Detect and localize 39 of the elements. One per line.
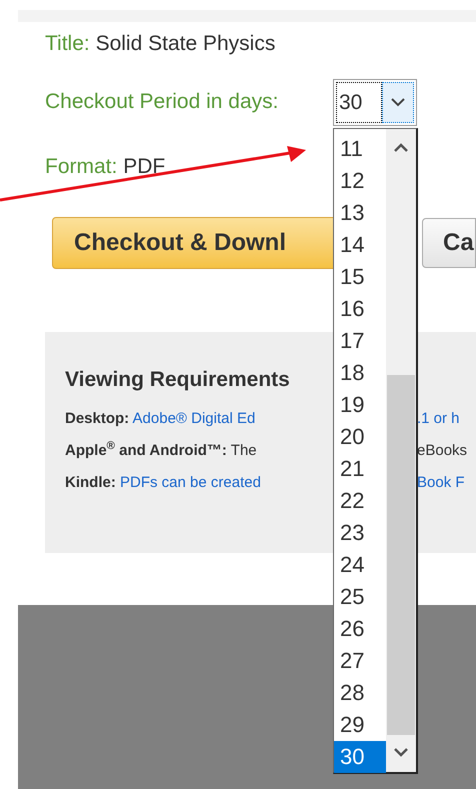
dropdown-option[interactable]: 21	[334, 453, 386, 485]
viewing-requirements-heading: Viewing Requirements	[65, 367, 290, 393]
dropdown-option[interactable]: 14	[334, 229, 386, 261]
chevron-down-icon[interactable]	[394, 748, 408, 757]
chevron-up-icon[interactable]	[394, 143, 408, 152]
requirement-line: Kindle: PDFs can be created	[65, 472, 261, 492]
dropdown-option[interactable]: 12	[334, 165, 386, 197]
scroll-thumb[interactable]	[387, 375, 415, 735]
format-line: Format: PDF	[45, 154, 166, 179]
dropdown-option[interactable]: 13	[334, 197, 386, 229]
dropdown-option[interactable]: 22	[334, 485, 386, 517]
dropdown-option[interactable]: 11	[334, 133, 386, 165]
requirement-line: Desktop: Adobe® Digital Ed	[65, 408, 256, 428]
dropdown-option[interactable]: 24	[334, 549, 386, 581]
checkout-period-label: Checkout Period in days:	[45, 89, 278, 116]
checkout-download-button[interactable]: Checkout & Downl	[52, 217, 334, 269]
dropdown-option[interactable]: 29	[334, 709, 386, 741]
dropdown-option[interactable]: 18	[334, 357, 386, 389]
requirement-link[interactable]: Book F	[417, 472, 465, 494]
chevron-down-icon	[391, 98, 405, 107]
dropdown-option[interactable]: 23	[334, 517, 386, 549]
dropdown-option[interactable]: 16	[334, 293, 386, 325]
requirement-link[interactable]: .1 or h	[417, 408, 460, 430]
requirement-text: eBooks	[417, 440, 468, 460]
dropdown-option[interactable]: 15	[334, 261, 386, 293]
requirement-link[interactable]: PDFs can be created	[120, 474, 261, 490]
dropdown-option[interactable]: 26	[334, 613, 386, 645]
dropdown-option[interactable]: 20	[334, 421, 386, 453]
dropdown-option[interactable]: 30	[334, 741, 386, 773]
period-select[interactable]: 30	[333, 79, 417, 126]
title-line: Title: Solid State Physics	[45, 31, 276, 56]
dropdown-option[interactable]: 19	[334, 389, 386, 421]
dropdown-option[interactable]: 25	[334, 581, 386, 613]
dropdown-option[interactable]: 27	[334, 645, 386, 677]
requirement-line: Apple$^{®}$ and Android™: The	[65, 440, 257, 460]
cancel-button[interactable]: Ca	[422, 218, 476, 268]
dropdown-option[interactable]: 17	[334, 325, 386, 357]
dropdown-option[interactable]: 28	[334, 677, 386, 709]
requirement-link[interactable]: Adobe® Digital Ed	[132, 410, 256, 426]
